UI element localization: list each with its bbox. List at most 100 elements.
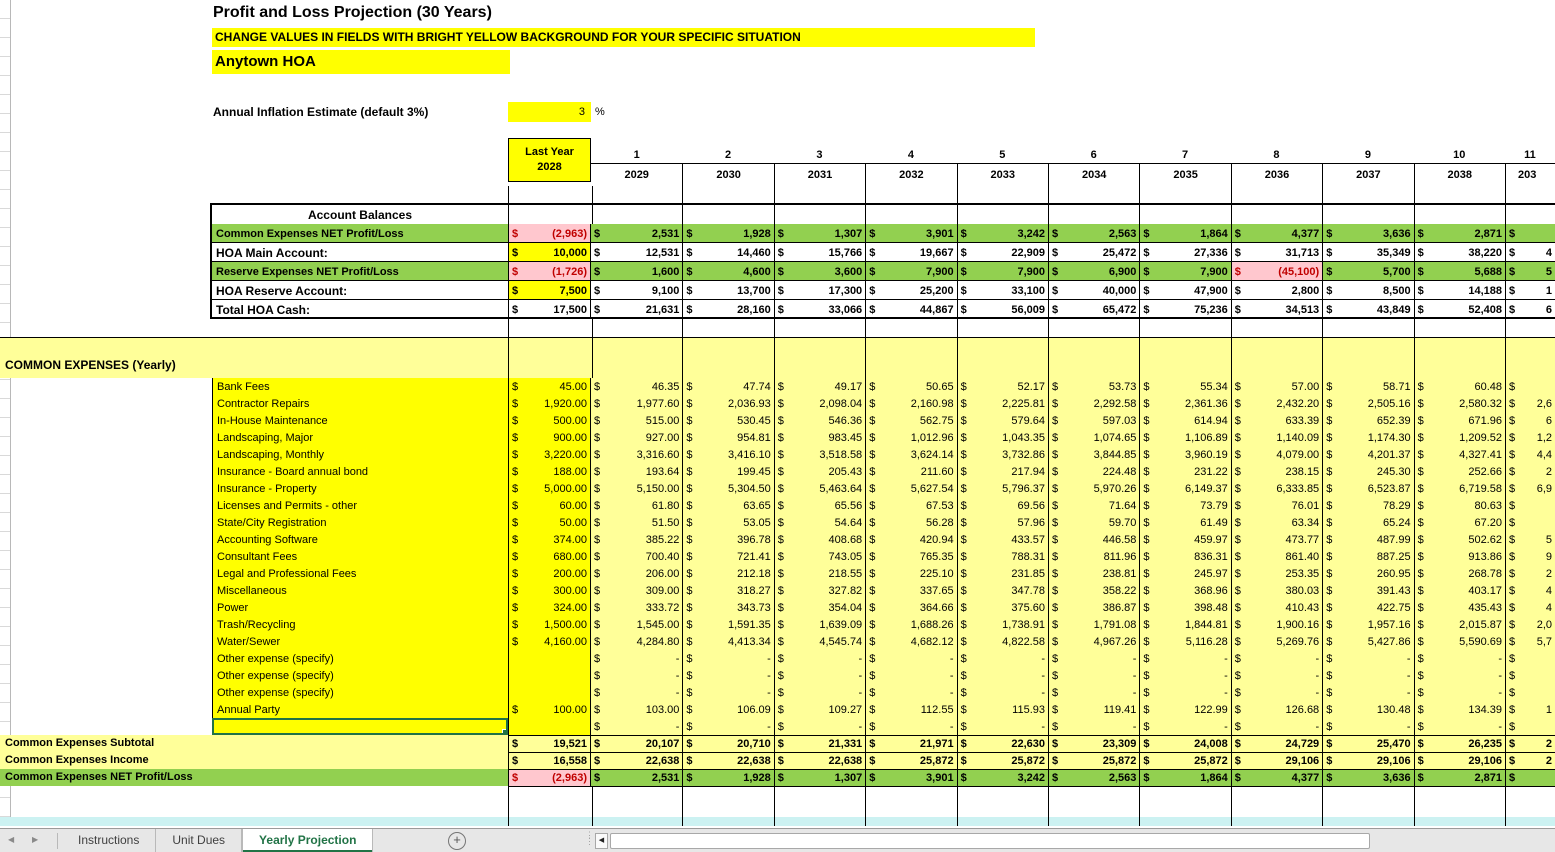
expense-cell-partial[interactable]: $6,9 [1505,480,1555,497]
expense-cell[interactable]: $- [1231,650,1322,667]
expense-cell[interactable]: $515.00 [591,412,682,429]
totals-cell[interactable]: $1,864 [1139,769,1230,786]
expense-cell[interactable]: $5,590.69 [1414,633,1505,650]
expense-cell[interactable]: $80.63 [1414,497,1505,514]
expense-cell[interactable]: $46.35 [591,378,682,395]
expense-cell-partial[interactable]: $2,6 [1505,395,1555,412]
expense-label[interactable]: In-House Maintenance [212,412,508,429]
account-cell[interactable]: $1,307 [774,224,865,243]
expense-cell-partial[interactable]: $9 [1505,548,1555,565]
expense-cell-partial[interactable]: $1 [1505,701,1555,718]
expense-cell[interactable]: $- [1322,650,1413,667]
expense-label[interactable]: Water/Sewer [212,633,508,650]
hscroll-thumb[interactable] [610,833,1370,849]
account-ly-cell[interactable]: $10,000 [508,243,591,262]
account-row-label[interactable]: Reserve Expenses NET Profit/Loss [212,262,508,281]
expense-cell[interactable]: $- [865,718,956,735]
expense-cell[interactable]: $- [774,684,865,701]
expense-cell[interactable]: $245.30 [1322,463,1413,480]
expense-cell[interactable]: $765.35 [865,548,956,565]
expense-cell[interactable]: $126.68 [1231,701,1322,718]
tab-resize-handle[interactable]: ⋮⋮ [585,832,594,844]
expense-cell[interactable]: $- [774,650,865,667]
expense-cell[interactable]: $199.45 [682,463,773,480]
column-header-year[interactable]: 12029 [591,140,682,186]
account-cell[interactable]: $1,600 [591,262,682,281]
org-name-cell[interactable]: Anytown HOA [212,50,510,74]
account-cell[interactable]: $9,100 [591,281,682,300]
expense-ly-cell[interactable]: $188.00 [508,463,591,480]
totals-cell[interactable]: $2,563 [1048,769,1139,786]
expense-label[interactable]: Contractor Repairs [212,395,508,412]
totals-cell[interactable]: $21,331 [774,735,865,752]
expense-cell[interactable]: $459.97 [1139,531,1230,548]
expense-cell[interactable]: $309.00 [591,582,682,599]
account-cell[interactable]: $3,901 [865,224,956,243]
expense-label[interactable]: Bank Fees [212,378,508,395]
expense-cell[interactable]: $- [1139,718,1230,735]
expense-cell[interactable]: $1,844.81 [1139,616,1230,633]
expense-cell[interactable]: $368.96 [1139,582,1230,599]
expense-label[interactable]: Other expense (specify) [212,667,508,684]
expense-cell[interactable]: $502.62 [1414,531,1505,548]
expense-cell[interactable]: $403.17 [1414,582,1505,599]
account-cell[interactable]: $5,688 [1414,262,1505,281]
expense-cell[interactable]: $4,284.80 [591,633,682,650]
expense-cell[interactable]: $- [1414,667,1505,684]
column-header-year[interactable]: 72035 [1139,140,1230,186]
expense-cell[interactable]: $218.55 [774,565,865,582]
totals-cell[interactable]: $20,107 [591,735,682,752]
column-header-year-partial[interactable]: 11203 [1505,140,1555,186]
expense-cell[interactable]: $2,361.36 [1139,395,1230,412]
expense-cell[interactable]: $396.78 [682,531,773,548]
expense-cell[interactable]: $983.45 [774,429,865,446]
expense-cell[interactable]: $58.71 [1322,378,1413,395]
expense-cell[interactable]: $- [1231,667,1322,684]
totals-cell[interactable]: $22,630 [957,735,1048,752]
expense-cell[interactable]: $50.65 [865,378,956,395]
expense-cell[interactable]: $380.03 [1231,582,1322,599]
expense-cell[interactable]: $473.77 [1231,531,1322,548]
expense-cell[interactable]: $56.28 [865,514,956,531]
expense-ly-cell[interactable] [508,684,591,701]
expense-cell[interactable]: $- [774,718,865,735]
expense-cell[interactable]: $887.25 [1322,548,1413,565]
account-cell-partial[interactable]: $ [1505,224,1555,243]
account-ly-cell[interactable]: $7,500 [508,281,591,300]
expense-ly-cell[interactable]: $900.00 [508,429,591,446]
selected-cell[interactable] [212,718,508,735]
expense-ly-cell[interactable]: $374.00 [508,531,591,548]
totals-cell[interactable]: $26,235 [1414,735,1505,752]
expense-cell[interactable]: $- [865,684,956,701]
expense-cell[interactable]: $73.79 [1139,497,1230,514]
sheet-tab-unit-dues[interactable]: Unit Dues [156,829,242,852]
expense-cell[interactable]: $- [1322,684,1413,701]
expense-cell[interactable]: $435.43 [1414,599,1505,616]
totals-cell[interactable]: $22,638 [591,752,682,769]
account-cell[interactable]: $1,928 [682,224,773,243]
expense-cell[interactable]: $836.31 [1139,548,1230,565]
expense-cell[interactable]: $54.64 [774,514,865,531]
expense-cell[interactable]: $- [1322,718,1413,735]
expense-cell[interactable]: $238.81 [1048,565,1139,582]
expense-cell[interactable]: $333.72 [591,599,682,616]
expense-cell[interactable]: $1,545.00 [591,616,682,633]
totals-cell[interactable]: $3,636 [1322,769,1413,786]
expense-ly-cell[interactable]: $3,220.00 [508,446,591,463]
expense-cell[interactable]: $614.94 [1139,412,1230,429]
expense-cell-partial[interactable]: $ [1505,718,1555,735]
account-cell[interactable]: $25,472 [1048,243,1139,262]
expense-ly-cell[interactable]: $45.00 [508,378,591,395]
expense-cell[interactable]: $1,043.35 [957,429,1048,446]
account-cell[interactable]: $3,242 [957,224,1048,243]
totals-ly-cell[interactable]: $(2,963) [508,769,591,786]
expense-label[interactable]: Annual Party [212,701,508,718]
account-cell[interactable]: $2,800 [1231,281,1322,300]
expense-cell[interactable]: $391.43 [1322,582,1413,599]
expense-cell[interactable]: $130.48 [1322,701,1413,718]
expense-cell-partial[interactable]: $ [1505,650,1555,667]
expense-cell-partial[interactable]: $ [1505,514,1555,531]
expense-cell[interactable]: $252.66 [1414,463,1505,480]
expense-cell-partial[interactable]: $4 [1505,582,1555,599]
totals-cell[interactable]: $22,638 [682,752,773,769]
